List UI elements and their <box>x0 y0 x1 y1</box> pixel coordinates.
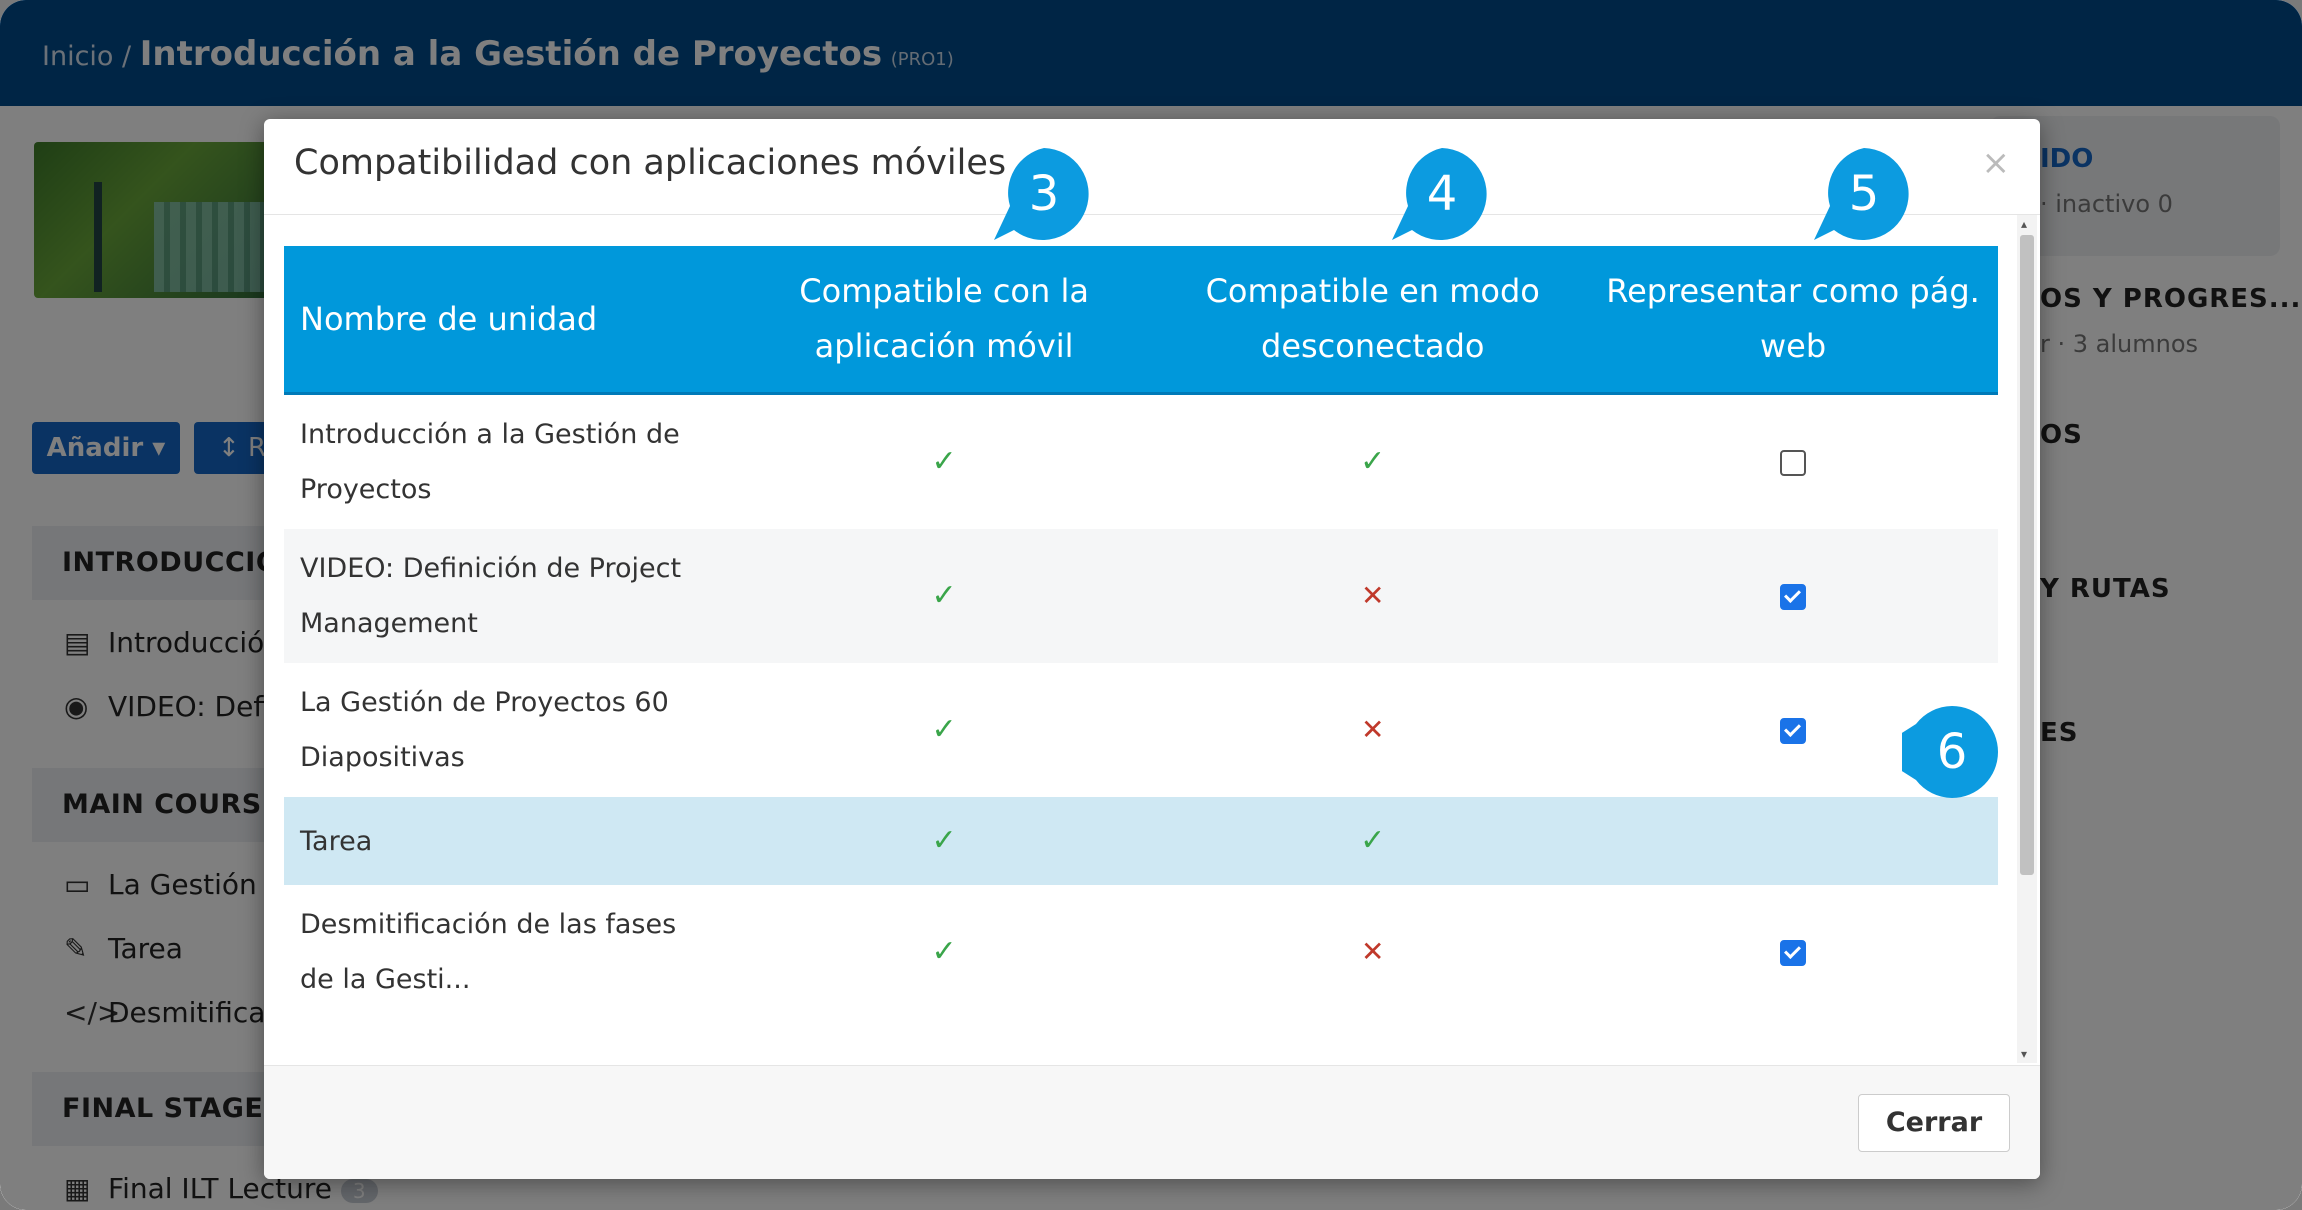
scroll-up-icon[interactable]: ▴ <box>2021 217 2027 231</box>
column-header-mobile: Compatible con la aplicación móvil <box>730 246 1158 395</box>
unit-name: Desmitificación de las fases de la Gesti… <box>300 909 677 995</box>
column-header-webpage: Representar como pág. web <box>1588 246 1998 395</box>
close-icon[interactable]: × <box>1982 143 2011 183</box>
webpage-checkbox[interactable] <box>1780 718 1807 744</box>
callout-marker: 4 <box>1392 144 1492 244</box>
table-row: La Gestión de Proyectos 60 Diapositivas … <box>284 663 1998 797</box>
check-icon: ✓ <box>1360 444 1386 479</box>
check-icon: ✓ <box>931 712 957 747</box>
cross-icon: ✕ <box>1360 935 1385 968</box>
compatibility-table: Nombre de unidad Compatible con la aplic… <box>284 246 1998 1019</box>
check-icon: ✓ <box>1360 823 1386 858</box>
webpage-checkbox[interactable] <box>1780 940 1807 966</box>
unit-name: Tarea <box>284 797 731 885</box>
table-row: VIDEO: Definición de Project Management … <box>284 529 1998 663</box>
modal-title: Compatibilidad con aplicaciones móviles <box>294 143 1007 183</box>
app-window: Inicio / Introducción a la Gestión de Pr… <box>0 0 2302 1210</box>
check-icon: ✓ <box>931 823 957 858</box>
table-row: Introducción a la Gestión de Proyectos ✓… <box>284 394 1998 530</box>
modal-footer: Cerrar <box>264 1066 2040 1179</box>
cross-icon: ✕ <box>1360 713 1385 746</box>
table-row: Desmitificación de las fases de la Gesti… <box>284 885 1998 1019</box>
scroll-down-icon[interactable]: ▾ <box>2021 1047 2027 1061</box>
cross-icon: ✕ <box>1360 579 1385 612</box>
column-header-offline: Compatible en modo desconectado <box>1157 246 1589 395</box>
webpage-checkbox[interactable] <box>1780 450 1807 476</box>
webpage-checkbox[interactable] <box>1780 584 1807 610</box>
unit-name: VIDEO: Definición de Project Management <box>284 529 731 663</box>
unit-name: La Gestión de Proyectos 60 Diapositivas <box>300 687 669 773</box>
scroll-thumb[interactable] <box>2020 235 2034 875</box>
divider <box>264 214 2040 215</box>
check-icon: ✓ <box>931 578 957 613</box>
table-header-row: Nombre de unidad Compatible con la aplic… <box>284 246 1998 395</box>
close-button[interactable]: Cerrar <box>1858 1094 2010 1152</box>
scrollbar[interactable]: ▴ ▾ <box>2017 215 2037 1063</box>
column-header-unit: Nombre de unidad <box>284 246 731 395</box>
modal-body[interactable]: Nombre de unidad Compatible con la aplic… <box>284 246 1998 1066</box>
callout-marker: 6 <box>1902 702 2002 802</box>
callout-marker: 5 <box>1814 144 1914 244</box>
unit-name: Introducción a la Gestión de Proyectos <box>300 419 680 505</box>
check-icon: ✓ <box>931 934 957 969</box>
callout-marker: 3 <box>994 144 1094 244</box>
check-icon: ✓ <box>931 444 957 479</box>
compatibility-modal: Compatibilidad con aplicaciones móviles … <box>264 119 2040 1179</box>
table-row: Tarea ✓ ✓ <box>284 797 1998 885</box>
